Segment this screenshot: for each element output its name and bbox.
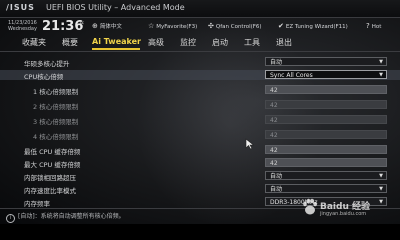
- ez-tuning-label: EZ Tuning Wizard(F11): [285, 24, 348, 30]
- tab-exit[interactable]: 退出: [276, 37, 292, 48]
- dropdown-value: 自动: [270, 173, 283, 180]
- tab-ai-tweaker[interactable]: Ai Tweaker: [92, 37, 141, 46]
- dropdown-value: Sync All Cores: [270, 72, 313, 79]
- chevron-down-icon: ▼: [379, 173, 383, 179]
- tab-boot[interactable]: 启动: [212, 37, 228, 48]
- title-bar: /ISUS UEFI BIOS Utility – Advanced Mode: [0, 0, 400, 17]
- myfavorite-label: MyFavorite(F3): [156, 24, 198, 30]
- baidu-watermark: Baidu 经验 jingyan.baidu.com: [300, 196, 396, 222]
- qfan-label: Qfan Control(F6): [215, 24, 262, 30]
- chevron-down-icon: ▼: [379, 72, 383, 78]
- active-tab-indicator: [92, 48, 140, 50]
- divider: [0, 51, 400, 52]
- setting-row-memory-ratio-mode[interactable]: 内存速度比率模式 自动 ▼: [0, 184, 400, 195]
- setting-row-core1-limit[interactable]: 1 核心倍频限制 42: [0, 85, 400, 96]
- gear-icon[interactable]: ✲: [79, 20, 84, 27]
- tab-advanced[interactable]: 高级: [148, 37, 164, 48]
- watermark-url: jingyan.baidu.com: [320, 211, 367, 217]
- setting-label: 3 核心倍频限制: [33, 118, 79, 126]
- setting-label: 内存速度比率模式: [24, 187, 76, 195]
- chevron-down-icon: ▼: [379, 59, 383, 65]
- core4-limit-input: 42: [265, 130, 387, 139]
- wizard-icon: ✔: [278, 22, 284, 30]
- core3-limit-input: 42: [265, 115, 387, 124]
- hotkeys-button[interactable]: ? Hot: [366, 22, 381, 30]
- min-cache-ratio-input[interactable]: 42: [265, 145, 387, 154]
- setting-label: 1 核心倍频限制: [33, 88, 79, 96]
- mouse-pointer-icon: [245, 138, 255, 150]
- setting-label: 华硕多核心提升: [24, 60, 70, 68]
- setting-label: 2 核心倍频限制: [33, 103, 79, 111]
- star-icon: ☆: [148, 22, 155, 30]
- setting-label: CPU核心倍频: [24, 73, 64, 81]
- setting-row-max-cache-ratio[interactable]: 最大 CPU 缓存倍频 42: [0, 158, 400, 169]
- setting-label: 最低 CPU 缓存倍频: [24, 148, 81, 156]
- setting-row-pll-overvoltage[interactable]: 内部锁相回路超压 自动 ▼: [0, 171, 400, 182]
- bios-screen: /ISUS UEFI BIOS Utility – Advanced Mode …: [0, 0, 400, 224]
- tab-tool[interactable]: 工具: [244, 37, 260, 48]
- clock: 21:36: [42, 19, 84, 34]
- setting-row-asus-multicore[interactable]: 华硕多核心提升 自动 ▼: [0, 57, 400, 68]
- myfavorite-button[interactable]: ☆ MyFavorite(F3): [148, 22, 197, 30]
- setting-row-min-cache-ratio[interactable]: 最低 CPU 缓存倍频 42: [0, 145, 400, 156]
- language-label: 简体中文: [99, 24, 122, 30]
- dropdown-value: 自动: [270, 186, 283, 193]
- core2-limit-input: 42: [265, 100, 387, 109]
- qfan-control-button[interactable]: ✣ Qfan Control(F6): [208, 22, 262, 30]
- tab-main[interactable]: 概要: [62, 37, 78, 48]
- asus-logo: /ISUS: [6, 3, 35, 12]
- setting-label: 内部锁相回路超压: [24, 174, 76, 182]
- globe-icon: ⊕: [92, 22, 98, 30]
- setting-label: 4 核心倍频限制: [33, 133, 79, 141]
- chevron-down-icon: ▼: [379, 186, 383, 192]
- max-cache-ratio-input[interactable]: 42: [265, 158, 387, 167]
- cpu-core-ratio-dropdown[interactable]: Sync All Cores ▼: [265, 70, 387, 79]
- weekday-text: Wednesday: [8, 26, 37, 32]
- help-text: i [自动]：系统将自动调整所有核心倍频。: [6, 211, 125, 223]
- ez-tuning-wizard-button[interactable]: ✔ EZ Tuning Wizard(F11): [278, 22, 348, 30]
- main-tabs: 收藏夹 概要 Ai Tweaker 高级 监控 启动 工具 退出: [0, 35, 400, 50]
- asus-multicore-dropdown[interactable]: 自动 ▼: [265, 57, 387, 66]
- dropdown-value: 自动: [270, 59, 283, 66]
- setting-row-core3-limit: 3 核心倍频限制 42: [0, 115, 400, 126]
- hotkeys-label: Hot: [371, 24, 382, 30]
- bios-title: UEFI BIOS Utility – Advanced Mode: [46, 3, 185, 12]
- hotkey-icon: ?: [366, 22, 370, 30]
- setting-row-core4-limit: 4 核心倍频限制 42: [0, 130, 400, 141]
- setting-row-core2-limit: 2 核心倍频限制 42: [0, 100, 400, 111]
- date-display: 11/23/2016 Wednesday: [8, 20, 37, 32]
- info-icon: i: [6, 214, 15, 223]
- memory-ratio-mode-dropdown[interactable]: 自动 ▼: [265, 184, 387, 193]
- core1-limit-input[interactable]: 42: [265, 85, 387, 94]
- tab-monitor[interactable]: 监控: [180, 37, 196, 48]
- setting-label: 内存频率: [24, 200, 50, 208]
- setting-row-cpu-core-ratio[interactable]: CPU核心倍频 Sync All Cores ▼: [0, 70, 400, 81]
- help-message: [自动]：系统将自动调整所有核心倍频。: [18, 213, 125, 220]
- tab-favorites[interactable]: 收藏夹: [22, 37, 46, 48]
- divider: [0, 17, 400, 18]
- fan-icon: ✣: [208, 22, 214, 30]
- setting-label: 最大 CPU 缓存倍频: [24, 161, 81, 169]
- pll-overvoltage-dropdown[interactable]: 自动 ▼: [265, 171, 387, 180]
- baidu-paw-icon: [303, 198, 317, 215]
- language-button[interactable]: ⊕ 简体中文: [92, 22, 122, 30]
